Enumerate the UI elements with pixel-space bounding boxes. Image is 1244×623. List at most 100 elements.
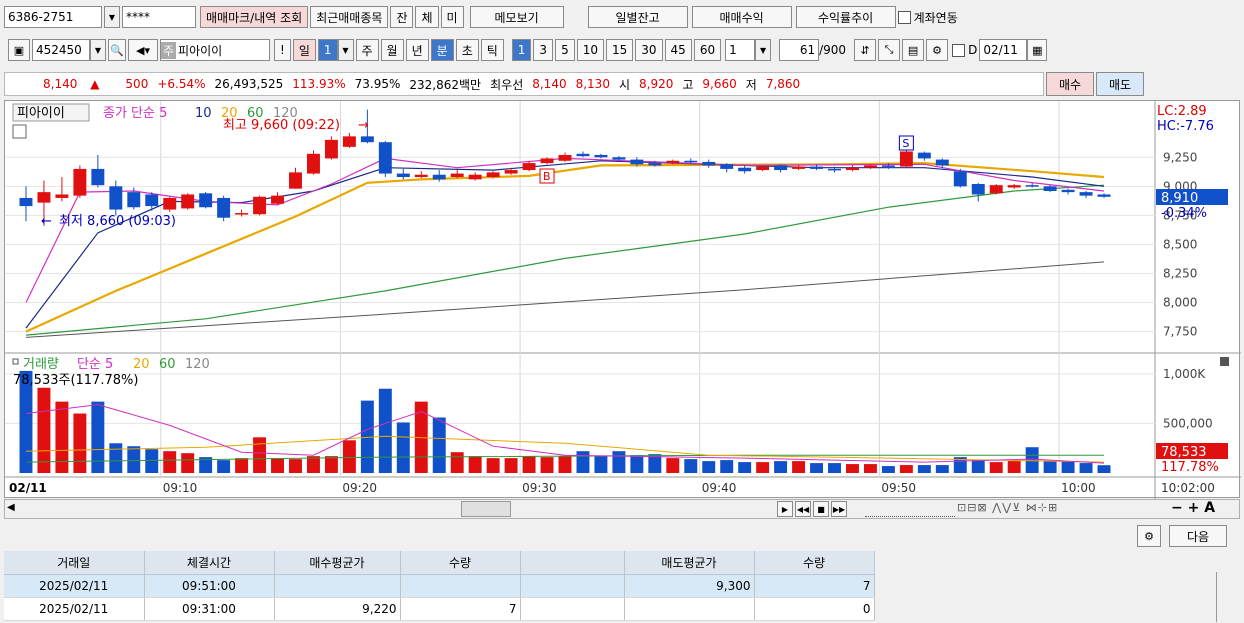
date-checkbox[interactable] bbox=[952, 43, 966, 57]
table-row[interactable]: 2025/02/11 09:51:00 9,300 7 bbox=[4, 574, 875, 598]
scroll-left-arrow[interactable]: ◀ bbox=[7, 502, 15, 513]
volume-bar bbox=[774, 461, 788, 473]
trade-profit-button[interactable]: 매매수익 bbox=[691, 6, 792, 28]
balance-button[interactable]: 잔 bbox=[390, 6, 414, 28]
drawing-tools[interactable]: ⊡⊟⊠ ⋀⋁⊻ ⋈⊹⊞ bbox=[957, 501, 1058, 514]
volume-bar bbox=[235, 458, 249, 473]
volume-bar bbox=[1043, 461, 1057, 473]
candle-body bbox=[199, 193, 213, 208]
window-icon[interactable]: ▣ bbox=[8, 39, 30, 61]
candle-body bbox=[576, 153, 590, 157]
pointer-icon[interactable]: ⤡ bbox=[878, 39, 901, 61]
volume-bar bbox=[558, 456, 572, 473]
interval-30[interactable]: 30 bbox=[635, 39, 663, 61]
speaker-icon[interactable]: ◀▾ bbox=[128, 39, 158, 61]
alert-button[interactable]: ! bbox=[274, 39, 291, 61]
cell-date: 2025/02/11 bbox=[4, 574, 145, 598]
table-row[interactable]: 2025/02/11 09:31:00 9,220 7 0 bbox=[4, 597, 875, 621]
speed-slider[interactable] bbox=[865, 501, 955, 517]
high-label: 고 bbox=[682, 77, 694, 92]
play-icon[interactable]: ▶ bbox=[777, 501, 793, 517]
volume-bar bbox=[37, 387, 51, 473]
candle-body bbox=[899, 151, 913, 167]
buy-button[interactable]: 매수 bbox=[1046, 72, 1094, 96]
filled-button[interactable]: 체 bbox=[415, 6, 439, 28]
date-field[interactable]: 02/11 bbox=[979, 39, 1028, 61]
account-dropdown[interactable]: ▼ bbox=[104, 6, 120, 28]
next-page-button[interactable]: 다음 bbox=[1169, 525, 1227, 547]
interval-60[interactable]: 60 bbox=[693, 39, 722, 61]
table-gear-icon[interactable]: ⚙ bbox=[1137, 525, 1161, 547]
interval-5[interactable]: 5 bbox=[555, 39, 575, 61]
memo-button[interactable]: 메모보기 bbox=[469, 6, 564, 28]
interval-3[interactable]: 3 bbox=[533, 39, 554, 61]
candle-body bbox=[19, 197, 33, 207]
volume-bar bbox=[1079, 463, 1093, 473]
candle-body bbox=[935, 159, 949, 166]
interval-45[interactable]: 45 bbox=[664, 39, 692, 61]
calendar-icon[interactable]: ▦ bbox=[1027, 39, 1048, 61]
prev-icon[interactable]: ◀◀ bbox=[795, 501, 811, 517]
period-day-dropdown[interactable]: ▼ bbox=[337, 39, 354, 61]
unfilled-button[interactable]: 미 bbox=[440, 6, 464, 28]
period-day-num[interactable]: 1 bbox=[317, 39, 338, 61]
candle-body bbox=[163, 197, 177, 210]
candle-body bbox=[37, 192, 51, 203]
recent-trades-button[interactable]: 최근매매종목 bbox=[310, 6, 389, 28]
candle-body bbox=[235, 213, 249, 215]
candle-body bbox=[1061, 189, 1075, 193]
stock-code-field[interactable]: 452450 bbox=[32, 39, 90, 61]
trade-mark-button[interactable]: 매매마크/내역 조회 bbox=[200, 6, 309, 28]
scroll-thumb[interactable] bbox=[461, 501, 511, 517]
candle-body bbox=[432, 174, 446, 180]
period-year-button[interactable]: 년 bbox=[405, 39, 429, 61]
search-icon[interactable]: 🔍 bbox=[108, 39, 126, 61]
high-note: 최고 9,660 (09:22) bbox=[223, 118, 340, 133]
period-month-button[interactable]: 월 bbox=[380, 39, 404, 61]
font-a-icon[interactable]: A bbox=[1204, 500, 1215, 516]
volume-bar bbox=[630, 455, 644, 473]
period-min-button[interactable]: 분 bbox=[430, 39, 454, 61]
volume-bar bbox=[971, 460, 985, 473]
table-scrollbar[interactable] bbox=[1216, 572, 1224, 622]
date-label: D bbox=[968, 43, 978, 57]
zoom-out-icon[interactable]: − bbox=[1171, 500, 1183, 516]
candle-body bbox=[630, 159, 644, 165]
account-link-checkbox[interactable] bbox=[897, 10, 911, 24]
zoom-in-icon[interactable]: + bbox=[1188, 500, 1200, 516]
daily-balance-button[interactable]: 일별잔고 bbox=[587, 6, 688, 28]
period-tick-button[interactable]: 틱 bbox=[480, 39, 504, 61]
sell-button[interactable]: 매도 bbox=[1096, 72, 1144, 96]
profit-rate-button[interactable]: 수익률추이 bbox=[795, 6, 896, 28]
stock-code-dropdown[interactable]: ▼ bbox=[90, 39, 106, 61]
period-day-button[interactable]: 일 bbox=[292, 39, 316, 61]
account-field[interactable]: 6386-2751 bbox=[4, 6, 102, 28]
gear-icon[interactable]: ⚙ bbox=[926, 39, 949, 61]
password-field[interactable]: **** bbox=[122, 6, 196, 28]
next-icon[interactable]: ▶▶ bbox=[831, 501, 847, 517]
y-tick-label: 7,750 bbox=[1163, 325, 1197, 339]
stock-name-field[interactable]: 주 피아이이 bbox=[160, 39, 270, 61]
ask-price: 8,140 bbox=[532, 77, 567, 91]
stop-icon[interactable]: ■ bbox=[813, 501, 829, 517]
candle-body bbox=[756, 166, 770, 171]
candle-body bbox=[342, 136, 356, 147]
bars-icon[interactable]: ⇵ bbox=[854, 39, 877, 61]
interval-dropdown[interactable]: ▼ bbox=[755, 39, 772, 61]
volume-bar bbox=[217, 460, 231, 473]
period-sec-button[interactable]: 초 bbox=[455, 39, 479, 61]
interval-1[interactable]: 1 bbox=[511, 39, 532, 61]
interval-input[interactable]: 1 bbox=[725, 39, 756, 61]
count-input[interactable]: 61 bbox=[779, 39, 820, 61]
bid-price: 8,130 bbox=[575, 77, 610, 91]
save-icon[interactable]: ▤ bbox=[902, 39, 925, 61]
period-week-button[interactable]: 주 bbox=[355, 39, 379, 61]
stock-chart[interactable]: 09:10 09:20 09:30 09:40 09:50 10:00 7,750 8,000… bbox=[4, 100, 1241, 499]
interval-15[interactable]: 15 bbox=[605, 39, 634, 61]
interval-10[interactable]: 10 bbox=[576, 39, 604, 61]
ma20-line bbox=[25, 161, 1105, 333]
header-buy-qty: 수량 bbox=[400, 551, 521, 575]
chart-scrollbar[interactable]: ◀ ▶ ◀◀ ■ ▶▶ ⊡⊟⊠ ⋀⋁⊻ ⋈⊹⊞ − + A bbox=[4, 499, 1240, 519]
volume-bar bbox=[432, 417, 446, 473]
candle-body bbox=[810, 166, 824, 169]
